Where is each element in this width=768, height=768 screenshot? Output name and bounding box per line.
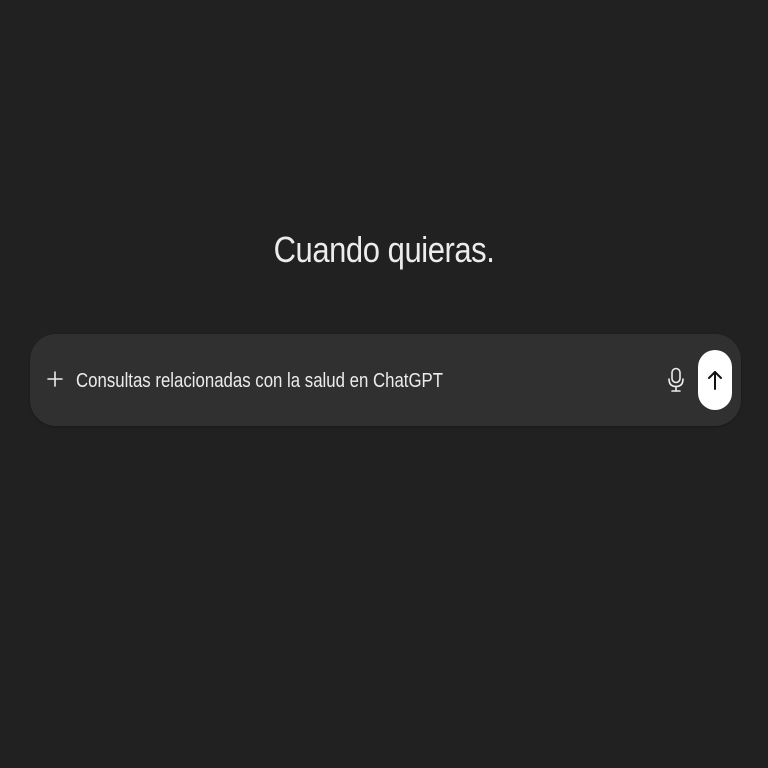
voice-input-button[interactable] (662, 366, 690, 394)
plus-icon (47, 371, 63, 387)
prompt-input[interactable]: Consultas relacionadas con la salud en C… (76, 368, 443, 394)
add-attachment-button[interactable] (42, 366, 68, 392)
page-title: Cuando quieras. (273, 229, 495, 270)
send-button[interactable] (698, 350, 732, 410)
arrow-up-icon (708, 371, 722, 390)
chat-page: Cuando quieras. Consultas relacionadas c… (0, 0, 768, 768)
microphone-icon (668, 367, 684, 392)
